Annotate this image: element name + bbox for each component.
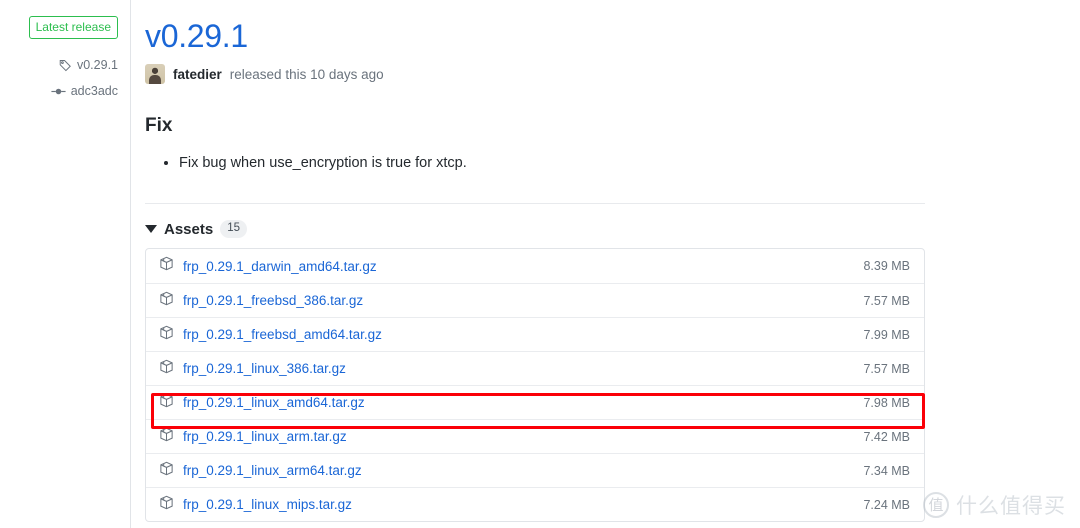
watermark: 值 什么值得买 xyxy=(923,490,1066,520)
asset-row[interactable]: frp_0.29.1_linux_386.tar.gz 7.57 MB xyxy=(146,351,924,385)
commit-icon xyxy=(51,85,66,98)
package-icon xyxy=(159,291,174,311)
asset-size: 7.57 MB xyxy=(863,293,910,308)
asset-name-link[interactable]: frp_0.29.1_linux_386.tar.gz xyxy=(183,361,346,376)
asset-row[interactable]: frp_0.29.1_linux_amd64.tar.gz 7.98 MB xyxy=(146,385,924,419)
release-byline-text: released this 10 days ago xyxy=(229,66,384,82)
package-icon xyxy=(159,393,174,413)
release-page: Latest release v0.29.1 adc3adc v0.29.1 f… xyxy=(0,0,1080,528)
asset-size: 8.39 MB xyxy=(863,259,910,273)
assets-header[interactable]: Assets 15 xyxy=(145,220,935,238)
asset-size: 7.34 MB xyxy=(863,463,910,478)
asset-size: 7.42 MB xyxy=(863,429,910,444)
release-author[interactable]: fatedier xyxy=(173,67,222,82)
package-icon xyxy=(159,427,174,447)
assets-list: frp_0.29.1_darwin_amd64.tar.gz 8.39 MB frp… xyxy=(145,248,925,522)
asset-name-link[interactable]: frp_0.29.1_linux_arm64.tar.gz xyxy=(183,463,362,478)
release-main: v0.29.1 fatedier released this 10 days a… xyxy=(145,0,935,522)
tag-icon xyxy=(59,59,72,72)
release-commit-label: adc3adc xyxy=(70,84,118,98)
assets-label: Assets xyxy=(164,220,214,238)
watermark-text: 什么值得买 xyxy=(956,494,1066,518)
asset-row[interactable]: frp_0.29.1_freebsd_386.tar.gz 7.57 MB xyxy=(146,283,924,317)
asset-name-link[interactable]: frp_0.29.1_freebsd_amd64.tar.gz xyxy=(183,327,382,342)
release-sidebar: Latest release v0.29.1 adc3adc xyxy=(0,0,130,528)
caret-down-icon[interactable] xyxy=(145,225,157,233)
asset-size: 7.99 MB xyxy=(863,327,910,342)
asset-size: 7.24 MB xyxy=(863,497,910,512)
asset-name-link[interactable]: frp_0.29.1_linux_arm.tar.gz xyxy=(183,429,347,444)
asset-name-link[interactable]: frp_0.29.1_linux_mips.tar.gz xyxy=(183,497,352,512)
asset-size: 7.98 MB xyxy=(863,395,910,410)
package-icon xyxy=(159,359,174,379)
asset-row[interactable]: frp_0.29.1_darwin_amd64.tar.gz 8.39 MB xyxy=(146,249,924,283)
asset-name-link[interactable]: frp_0.29.1_freebsd_386.tar.gz xyxy=(183,293,363,308)
release-notes-list: Fix bug when use_encryption is true for … xyxy=(145,138,935,174)
package-icon xyxy=(159,495,174,515)
asset-row[interactable]: frp_0.29.1_linux_arm.tar.gz 7.42 MB xyxy=(146,419,924,453)
asset-name-link[interactable]: frp_0.29.1_darwin_amd64.tar.gz xyxy=(183,259,377,274)
release-title[interactable]: v0.29.1 xyxy=(145,0,935,56)
release-note-item: Fix bug when use_encryption is true for … xyxy=(179,152,935,174)
release-commit[interactable]: adc3adc xyxy=(0,84,118,98)
asset-row[interactable]: frp_0.29.1_linux_arm64.tar.gz 7.34 MB xyxy=(146,453,924,487)
asset-name-link[interactable]: frp_0.29.1_linux_amd64.tar.gz xyxy=(183,395,365,410)
asset-row[interactable]: frp_0.29.1_freebsd_amd64.tar.gz 7.99 MB xyxy=(146,317,924,351)
package-icon xyxy=(159,325,174,345)
section-divider xyxy=(145,203,925,204)
asset-row[interactable]: frp_0.29.1_linux_mips.tar.gz 7.24 MB xyxy=(146,487,924,521)
asset-size: 7.57 MB xyxy=(863,361,910,376)
release-tag-label: v0.29.1 xyxy=(76,58,118,72)
sidebar-divider xyxy=(130,0,131,528)
release-tag[interactable]: v0.29.1 xyxy=(0,58,118,72)
latest-release-badge: Latest release xyxy=(28,16,118,39)
avatar[interactable] xyxy=(145,64,165,84)
release-byline: fatedier released this 10 days ago xyxy=(145,64,935,84)
package-icon xyxy=(159,461,174,481)
release-notes-heading: Fix xyxy=(145,115,173,136)
package-icon xyxy=(159,256,174,276)
watermark-logo: 值 xyxy=(923,492,949,518)
assets-count-badge: 15 xyxy=(220,220,247,238)
